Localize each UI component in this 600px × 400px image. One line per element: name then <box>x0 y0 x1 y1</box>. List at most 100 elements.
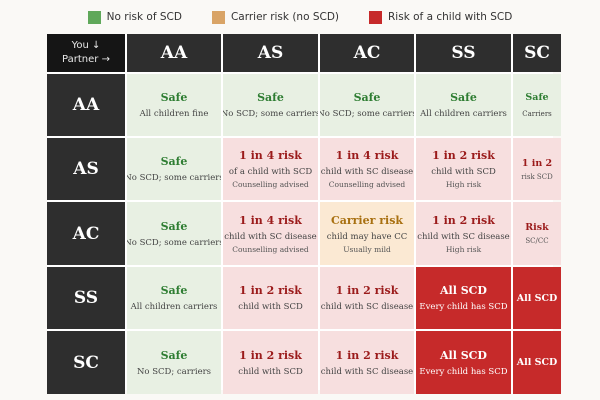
cell-detail: All children carriers <box>130 302 218 312</box>
column-header-ac: AC <box>320 34 414 72</box>
cell-title: 1 in 2 <box>521 157 553 169</box>
column-header-as: AS <box>223 34 318 72</box>
column-header-ss: SS <box>416 34 511 72</box>
cell-title: 1 in 2 risk <box>239 348 302 362</box>
cell-detail: child with SC disease <box>320 366 414 377</box>
cell-detail: child with SCD <box>238 302 303 312</box>
risk-cell-aa-aa: Safe All children fine <box>127 74 221 136</box>
risk-cell-sc-ss: All SCD Every child has SCD <box>416 331 511 394</box>
cell-title: All SCD <box>516 292 558 304</box>
cell-title: Safe <box>160 284 188 297</box>
cell-note: risk SCD <box>521 172 553 181</box>
risk-cell-ss-as: 1 in 2 risk child with SCD <box>223 267 318 329</box>
risk-cell-aa-ss: Safe All children carriers <box>416 74 511 136</box>
risk-cell-ss-sc: All SCD <box>513 267 561 329</box>
risk-cell-ss-aa: Safe All children carriers <box>127 267 221 329</box>
cell-title: All SCD <box>440 348 487 362</box>
row-header-as: AS <box>47 138 125 200</box>
cell-detail: child with SCD <box>238 366 303 377</box>
cell-title: Safe <box>160 348 188 362</box>
cell-detail: child with SC disease <box>320 167 414 177</box>
genotype-risk-grid: You ↓ Partner → AA AS AC SS SC AA Safe All… <box>47 34 561 394</box>
cell-note: Usually mild <box>343 244 391 254</box>
cell-note: SC/CC <box>525 237 549 245</box>
risk-cell-sc-sc: All SCD <box>513 331 561 394</box>
risk-cell-sc-as: 1 in 2 risk child with SCD <box>223 331 318 394</box>
row-header-ac: AC <box>47 202 125 265</box>
cell-note: Counselling advised <box>328 180 406 189</box>
cell-title: 1 in 2 risk <box>239 284 302 297</box>
cell-note: High risk <box>445 244 482 254</box>
risk-cell-aa-sc: Safe Carriers <box>513 74 561 136</box>
cell-detail: No SCD; carriers <box>136 366 212 377</box>
row-header-ss: SS <box>47 267 125 329</box>
risk-cell-aa-ac: Safe No SCD; some carriers <box>320 74 414 136</box>
cell-detail: No SCD; some carriers <box>127 237 221 248</box>
cell-detail: of a child with SCD <box>228 167 313 177</box>
risk-cell-aa-as: Safe No SCD; some carriers <box>223 74 318 136</box>
column-header-aa: AA <box>127 34 221 72</box>
cell-title: 1 in 2 risk <box>432 213 495 227</box>
legend: No risk of SCD Carrier risk (no SCD) Ris… <box>0 6 600 28</box>
cell-title: 1 in 4 risk <box>239 149 302 162</box>
risk-cell-as-ac: 1 in 4 risk child with SC disease Counsell… <box>320 138 414 200</box>
cell-detail: child may have CC <box>326 231 408 242</box>
cell-note: Counselling advised <box>232 180 309 189</box>
cell-title: Safe <box>160 91 188 104</box>
risk-cell-sc-ac: 1 in 2 risk child with SC disease <box>320 331 414 394</box>
risk-cell-sc-aa: Safe No SCD; carriers <box>127 331 221 394</box>
corner-header: You ↓ Partner → <box>47 34 125 72</box>
cell-detail: child with SC disease <box>417 231 510 242</box>
legend-item-safe: No risk of SCD <box>87 10 182 24</box>
risk-cell-as-aa: Safe No SCD; some carriers <box>127 138 221 200</box>
cell-title: 1 in 2 risk <box>335 284 399 297</box>
cell-detail: No SCD; some carriers <box>223 109 318 119</box>
legend-label-carrier: Carrier risk (no SCD) <box>230 11 340 23</box>
legend-item-carrier: Carrier risk (no SCD) <box>211 10 340 24</box>
cell-title: Safe <box>525 92 549 103</box>
cell-title: 1 in 4 risk <box>239 213 302 227</box>
cell-detail: All children carriers <box>420 109 507 119</box>
risk-cell-ac-sc: Risk SC/CC <box>513 202 561 265</box>
cell-detail: child with SCD <box>431 167 496 177</box>
cell-detail: Carriers <box>522 110 552 118</box>
risk-cell-as-sc: 1 in 2 risk SCD <box>513 138 561 200</box>
cell-title: Safe <box>257 91 284 104</box>
risk-cell-ss-ss: All SCD Every child has SCD <box>416 267 511 329</box>
risk-cell-as-as: 1 in 4 risk of a child with SCD Counsellin… <box>223 138 318 200</box>
risk-cell-ac-aa: Safe No SCD; some carriers <box>127 202 221 265</box>
cell-title: Safe <box>353 91 381 104</box>
legend-item-high-risk: Risk of a child with SCD <box>369 10 513 24</box>
corner-you-label: You ↓ <box>71 40 101 51</box>
cell-title: Safe <box>160 219 188 233</box>
cell-title: Carrier risk <box>330 213 404 227</box>
risk-cell-as-ss: 1 in 2 risk child with SCD High risk <box>416 138 511 200</box>
cell-note: Counselling advised <box>232 244 309 254</box>
cell-title: 1 in 4 risk <box>335 149 399 162</box>
cell-title: Risk <box>525 222 549 233</box>
cell-note: High risk <box>445 180 482 189</box>
cell-title: 1 in 2 risk <box>432 149 495 162</box>
cell-detail: No SCD; some carriers <box>127 173 221 183</box>
legend-swatch-safe <box>87 10 101 24</box>
cell-detail: All children fine <box>139 109 209 119</box>
legend-swatch-high-risk <box>369 10 383 24</box>
row-header-aa: AA <box>47 74 125 136</box>
cell-title: All SCD <box>516 357 558 368</box>
legend-label-high-risk: Risk of a child with SCD <box>388 11 513 23</box>
cell-title: Safe <box>160 155 188 168</box>
risk-cell-ss-ac: 1 in 2 risk child with SC disease <box>320 267 414 329</box>
cell-title: Safe <box>450 91 477 104</box>
cell-title: 1 in 2 risk <box>335 348 399 362</box>
cell-detail: Every child has SCD <box>419 302 508 312</box>
cell-detail: child with SC disease <box>320 302 414 312</box>
cell-detail: No SCD; some carriers <box>320 109 414 119</box>
cell-detail: Every child has SCD <box>419 366 508 377</box>
risk-cell-ac-as: 1 in 4 risk child with SC disease Counsell… <box>223 202 318 265</box>
legend-label-safe: No risk of SCD <box>106 11 182 23</box>
risk-cell-ac-ac: Carrier risk child may have CC Usually mil… <box>320 202 414 265</box>
corner-partner-label: Partner → <box>62 54 110 65</box>
legend-swatch-carrier <box>211 10 225 24</box>
column-header-sc: SC <box>513 34 561 72</box>
risk-cell-ac-ss: 1 in 2 risk child with SC disease High ris… <box>416 202 511 265</box>
